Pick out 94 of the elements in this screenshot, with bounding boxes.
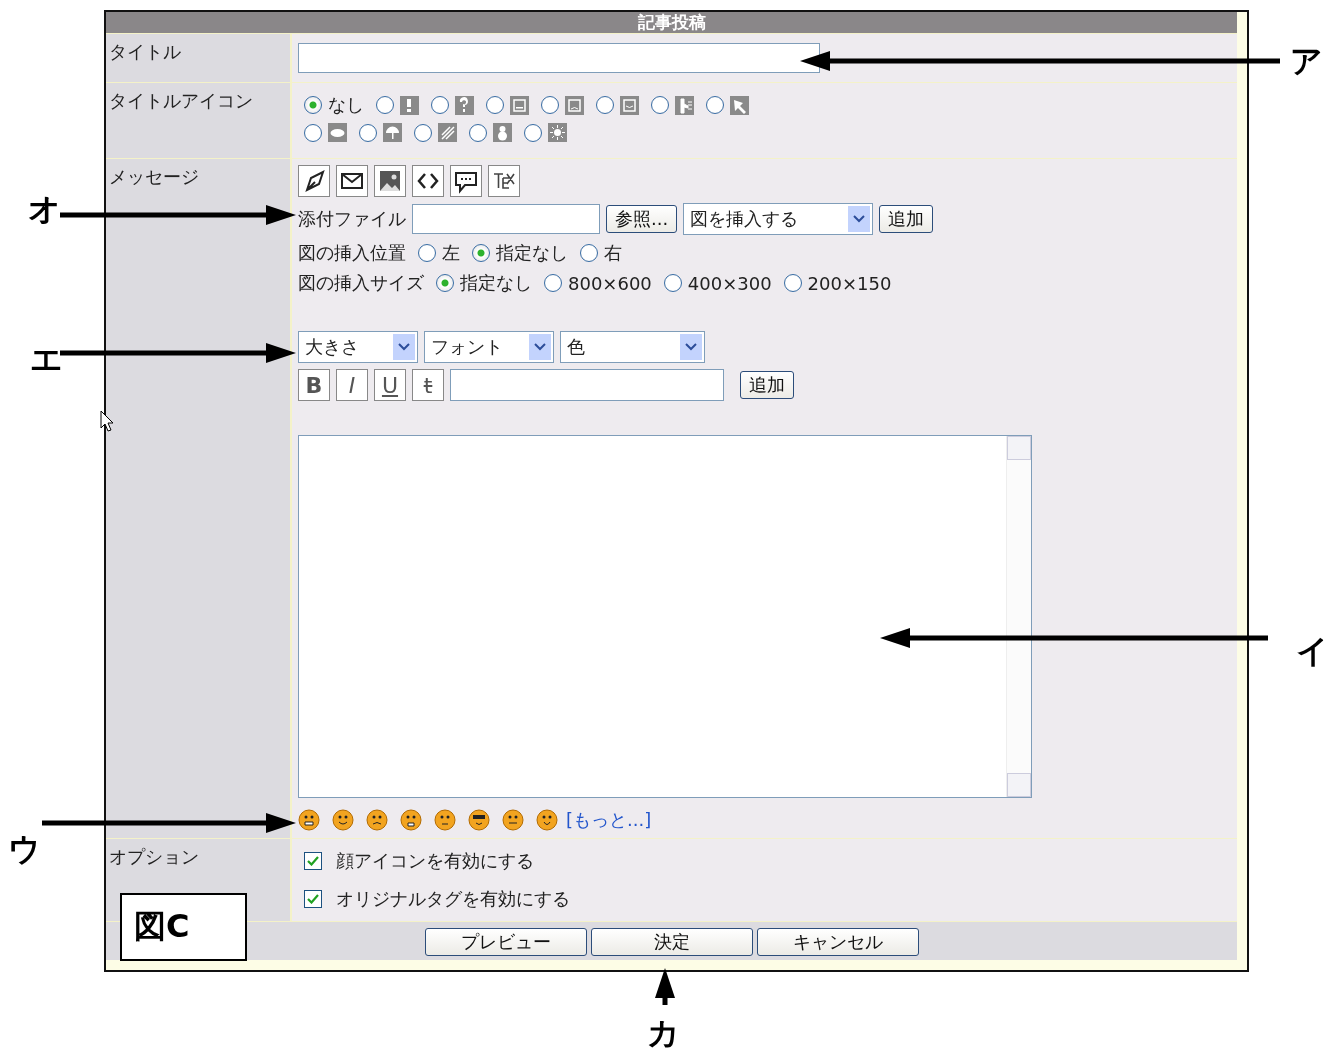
format-select[interactable]: 色 — [560, 331, 705, 363]
image-icon[interactable] — [374, 165, 406, 197]
figure-label: 図C — [120, 893, 247, 961]
cloud-icon — [328, 123, 347, 142]
option-label: 左 — [442, 241, 460, 265]
format-button[interactable]: t — [412, 369, 444, 401]
option-label: 400×300 — [687, 272, 772, 294]
caret-icon — [529, 334, 551, 360]
radio-button[interactable] — [472, 244, 490, 262]
checkbox-label: オリジナルタグを有効にする — [336, 887, 570, 911]
file-input[interactable] — [412, 204, 600, 234]
tex-icon[interactable] — [488, 165, 520, 197]
rain-icon — [438, 123, 457, 142]
form-button[interactable]: プレビュー — [424, 928, 587, 956]
scrollbar[interactable] — [1006, 436, 1031, 797]
form-button[interactable]: 決定 — [590, 928, 753, 956]
field-label: タイトルアイコン — [109, 90, 253, 111]
format-button[interactable]: I — [336, 369, 368, 401]
field-label: 図の挿入位置 — [298, 241, 406, 265]
pen-icon[interactable] — [298, 165, 330, 197]
form-button[interactable]: キャンセル — [756, 928, 919, 956]
smiley-icon[interactable] — [468, 809, 490, 831]
format-select[interactable]: フォント — [424, 331, 554, 363]
sad-icon — [565, 95, 584, 115]
radio-button[interactable] — [418, 244, 436, 262]
caret-icon — [848, 206, 871, 232]
browse-button[interactable]: 参照... — [606, 205, 678, 233]
field-label: 図の挿入サイズ — [298, 271, 424, 295]
sun-icon — [548, 123, 567, 142]
add-button[interactable]: 追加 — [740, 371, 794, 399]
radio-button[interactable] — [706, 96, 724, 114]
format-button[interactable]: U — [374, 369, 406, 401]
format-select[interactable]: 大きさ — [298, 331, 418, 363]
smile-icon — [620, 95, 639, 115]
radio-button[interactable] — [783, 274, 802, 292]
arrow — [655, 968, 675, 1005]
radio-button[interactable] — [414, 123, 432, 142]
option-label: 指定なし — [460, 271, 532, 295]
snowman-icon — [493, 123, 512, 142]
checkbox[interactable] — [304, 852, 322, 870]
mail-icon[interactable] — [336, 165, 368, 197]
field-label: タイトル — [109, 41, 181, 62]
radio-button[interactable] — [486, 96, 504, 114]
cursor-icon — [100, 410, 114, 432]
tag-input[interactable] — [450, 369, 724, 401]
code-icon[interactable] — [412, 165, 444, 197]
radio-button[interactable] — [541, 96, 559, 114]
radio-button[interactable] — [436, 274, 454, 292]
caret-icon — [680, 334, 702, 360]
field-label: メッセージ — [109, 166, 199, 187]
callout-label: カ — [647, 1013, 680, 1054]
option-label: 800×600 — [568, 272, 652, 294]
checkbox[interactable] — [304, 890, 322, 908]
checkbox-label: 顔アイコンを有効にする — [336, 849, 534, 873]
more-link[interactable]: [もっと...] — [566, 808, 652, 832]
speech-bubble-icon[interactable] — [450, 165, 482, 197]
callout-label: イ — [1296, 631, 1329, 672]
field-label: オプション — [109, 846, 199, 867]
option-label: 200×150 — [807, 272, 892, 294]
form-title: 記事投稿 — [106, 12, 1237, 33]
exclamation-icon — [400, 95, 419, 115]
field-label: 添付ファイル — [298, 207, 406, 231]
umbrella-icon — [383, 123, 402, 142]
smiley-icon[interactable] — [400, 809, 422, 831]
callout-label: ウ — [8, 829, 41, 870]
radio-button[interactable] — [304, 123, 322, 142]
smiley-icon[interactable] — [332, 809, 354, 831]
smiley-icon[interactable] — [536, 809, 558, 831]
radio-button[interactable] — [469, 123, 487, 142]
option-label: なし — [328, 93, 364, 117]
callout-label: オ — [28, 189, 61, 230]
radio-button[interactable] — [596, 96, 614, 114]
radio-button[interactable] — [544, 274, 562, 292]
radio-button[interactable] — [580, 244, 598, 262]
option-label: 指定なし — [496, 241, 568, 265]
title-input[interactable] — [298, 43, 820, 73]
radio-button[interactable] — [359, 123, 377, 142]
radio-button[interactable] — [524, 123, 542, 142]
radio-button[interactable] — [376, 96, 394, 114]
radio-button[interactable] — [663, 274, 682, 292]
add-button[interactable]: 追加 — [879, 205, 934, 233]
insert-select[interactable]: 図を挿入する — [683, 203, 874, 235]
smiley-icon[interactable] — [298, 809, 320, 831]
radio-button[interactable] — [304, 96, 322, 114]
radio-button[interactable] — [431, 96, 449, 114]
callout-label: ア — [1290, 41, 1323, 82]
option-label: 右 — [604, 241, 622, 265]
question-icon — [455, 95, 474, 115]
callout-label: エ — [30, 339, 63, 380]
smiley-icon[interactable] — [366, 809, 388, 831]
caret-icon — [393, 334, 415, 360]
neutral-icon — [510, 95, 529, 115]
radio-button[interactable] — [651, 96, 669, 114]
format-button[interactable]: B — [298, 369, 330, 401]
